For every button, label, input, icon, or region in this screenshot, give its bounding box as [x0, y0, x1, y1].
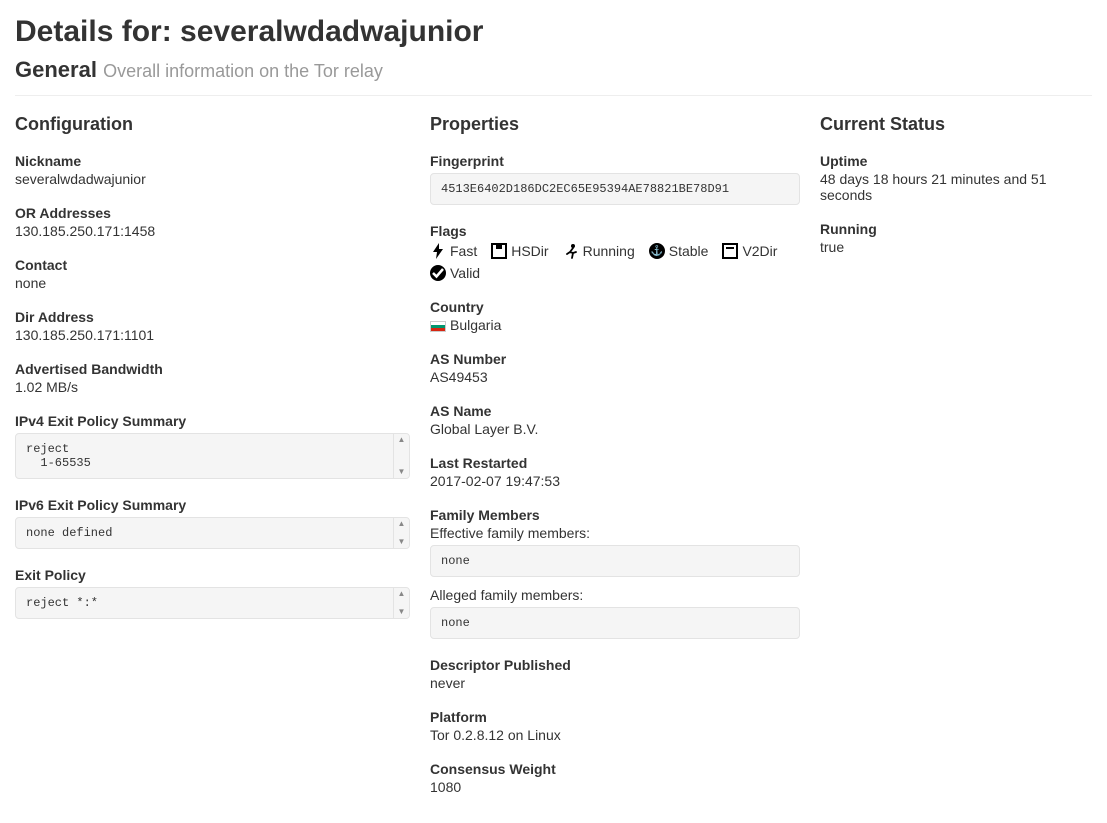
- title-prefix: Details for:: [15, 15, 180, 48]
- section-name: General: [15, 57, 97, 82]
- flag-v2dir-label: V2Dir: [742, 243, 777, 259]
- contact-label: Contact: [15, 257, 410, 273]
- fingerprint-label: Fingerprint: [430, 153, 800, 169]
- flags-label: Flags: [430, 223, 800, 239]
- bandwidth-label: Advertised Bandwidth: [15, 361, 410, 377]
- flag-hsdir-label: HSDir: [511, 243, 548, 259]
- running-label: Running: [820, 221, 1092, 237]
- country-label: Country: [430, 299, 800, 315]
- flag-running-label: Running: [583, 243, 635, 259]
- scroll-down-icon[interactable]: ▼: [394, 466, 409, 478]
- flag-stable-label: Stable: [669, 243, 709, 259]
- nickname-value: severalwdadwajunior: [15, 171, 410, 187]
- scroll-buttons[interactable]: ▲ ▼: [393, 518, 409, 548]
- asname-label: AS Name: [430, 403, 800, 419]
- asn-label: AS Number: [430, 351, 800, 367]
- scroll-up-icon[interactable]: ▲: [394, 588, 409, 600]
- exit-policy-value[interactable]: reject *:*: [15, 587, 410, 619]
- uptime-value: 48 days 18 hours 21 minutes and 51 secon…: [820, 171, 1092, 203]
- or-addresses-value: 130.185.250.171:1458: [15, 223, 410, 239]
- ipv6-policy-label: IPv6 Exit Policy Summary: [15, 497, 410, 513]
- properties-heading: Properties: [430, 114, 800, 135]
- asname-value: Global Layer B.V.: [430, 421, 800, 437]
- running-icon: [563, 243, 579, 259]
- page-title: Details for: severalwdadwajunior: [15, 15, 1092, 49]
- dir-address-value: 130.185.250.171:1101: [15, 327, 410, 343]
- nickname-label: Nickname: [15, 153, 410, 169]
- ipv6-policy-wrap: none defined ▲ ▼: [15, 517, 410, 549]
- scroll-up-icon[interactable]: ▲: [394, 518, 409, 530]
- flags-list: Fast HSDir Running ⚓ Stable V2Dir: [430, 243, 800, 281]
- scroll-up-icon[interactable]: ▲: [394, 434, 409, 446]
- family-label: Family Members: [430, 507, 800, 523]
- flag-running: Running: [563, 243, 635, 259]
- or-addresses-label: OR Addresses: [15, 205, 410, 221]
- family-alleged-value[interactable]: none: [430, 607, 800, 639]
- ipv4-policy-label: IPv4 Exit Policy Summary: [15, 413, 410, 429]
- status-heading: Current Status: [820, 114, 1092, 135]
- scroll-down-icon[interactable]: ▼: [394, 536, 409, 548]
- family-effective-value[interactable]: none: [430, 545, 800, 577]
- fingerprint-wrap: 4513E6402D186DC2EC65E95394AE78821BE78D91: [430, 173, 800, 205]
- section-subtitle: Overall information on the Tor relay: [103, 61, 383, 81]
- flag-v2dir: V2Dir: [722, 243, 777, 259]
- flag-valid-label: Valid: [450, 265, 480, 281]
- configuration-column: Configuration Nickname severalwdadwajuni…: [15, 114, 410, 813]
- fingerprint-value[interactable]: 4513E6402D186DC2EC65E95394AE78821BE78D91: [430, 173, 800, 205]
- platform-label: Platform: [430, 709, 800, 725]
- restart-label: Last Restarted: [430, 455, 800, 471]
- flag-stable: ⚓ Stable: [649, 243, 709, 259]
- platform-value: Tor 0.2.8.12 on Linux: [430, 727, 800, 743]
- divider: [15, 95, 1092, 96]
- asn-value: AS49453: [430, 369, 800, 385]
- anchor-icon: ⚓: [649, 243, 665, 259]
- family-effective-label: Effective family members:: [430, 525, 800, 541]
- bolt-icon: [430, 243, 446, 259]
- section-heading: General Overall information on the Tor r…: [15, 57, 1092, 83]
- family-wrap: Effective family members: none Alleged f…: [430, 525, 800, 639]
- descriptor-value: never: [430, 675, 800, 691]
- configuration-heading: Configuration: [15, 114, 410, 135]
- country-value: Bulgaria: [430, 317, 800, 333]
- flag-fast: Fast: [430, 243, 477, 259]
- restart-value: 2017-02-07 19:47:53: [430, 473, 800, 489]
- status-column: Current Status Uptime 48 days 18 hours 2…: [820, 114, 1092, 813]
- title-name: severalwdadwajunior: [180, 15, 483, 48]
- flag-valid: Valid: [430, 265, 480, 281]
- floppy-icon: [491, 243, 507, 259]
- scroll-buttons[interactable]: ▲ ▼: [393, 434, 409, 478]
- bulgaria-flag-icon: [430, 321, 446, 332]
- properties-column: Properties Fingerprint 4513E6402D186DC2E…: [430, 114, 800, 813]
- weight-label: Consensus Weight: [430, 761, 800, 777]
- ipv6-policy-value[interactable]: none defined: [15, 517, 410, 549]
- exit-policy-label: Exit Policy: [15, 567, 410, 583]
- flag-fast-label: Fast: [450, 243, 477, 259]
- bandwidth-value: 1.02 MB/s: [15, 379, 410, 395]
- contact-value: none: [15, 275, 410, 291]
- scroll-down-icon[interactable]: ▼: [394, 606, 409, 618]
- check-icon: [430, 265, 446, 281]
- exit-policy-wrap: reject *:* ▲ ▼: [15, 587, 410, 619]
- uptime-label: Uptime: [820, 153, 1092, 169]
- flag-hsdir: HSDir: [491, 243, 548, 259]
- ipv4-policy-value[interactable]: reject 1-65535: [15, 433, 410, 479]
- dir-address-label: Dir Address: [15, 309, 410, 325]
- folder-icon: [722, 243, 738, 259]
- country-text: Bulgaria: [450, 317, 501, 333]
- weight-value: 1080: [430, 779, 800, 795]
- descriptor-label: Descriptor Published: [430, 657, 800, 673]
- running-value: true: [820, 239, 1092, 255]
- family-alleged-label: Alleged family members:: [430, 587, 800, 603]
- scroll-buttons[interactable]: ▲ ▼: [393, 588, 409, 618]
- ipv4-policy-wrap: reject 1-65535 ▲ ▼: [15, 433, 410, 479]
